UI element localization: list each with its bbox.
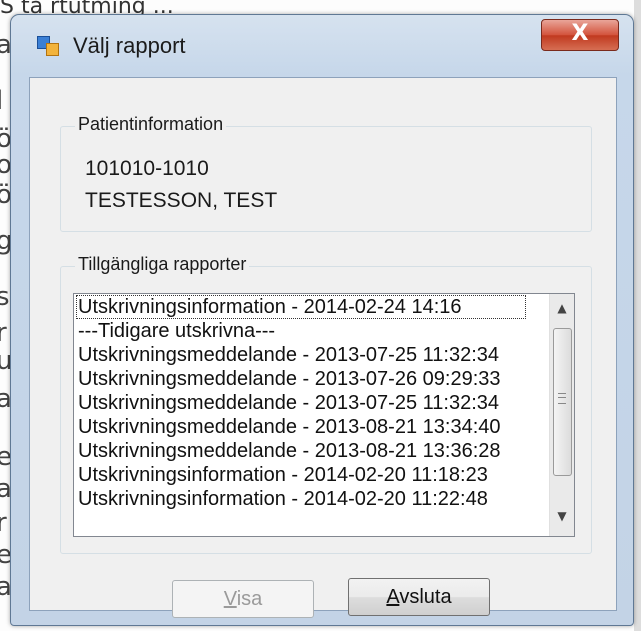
grip-icon — [558, 393, 566, 404]
background-letter: l — [0, 86, 3, 116]
visa-label: isa — [236, 588, 263, 610]
dialog-client-area: Patientinformation 101010-1010 TESTESSON… — [29, 77, 617, 618]
list-item[interactable]: Utskrivningsmeddelande - 2013-07-25 11:3… — [76, 391, 499, 415]
list-item[interactable]: Utskrivningsinformation - 2014-02-24 14:… — [76, 295, 526, 319]
close-icon: X — [571, 21, 589, 46]
reports-group-label: Tillgängliga rapporter — [75, 254, 250, 275]
background-letter: r — [0, 508, 7, 538]
app-window-icon — [37, 34, 59, 56]
dialog-window: Välj rapport X Patientinformation 101010… — [10, 14, 634, 626]
background-letter: s — [0, 282, 10, 312]
patient-info-group: Patientinformation 101010-1010 TESTESSON… — [60, 114, 592, 232]
title-bar[interactable]: Välj rapport X — [11, 15, 633, 77]
vertical-scrollbar[interactable]: ▲ ▼ — [549, 294, 574, 536]
background-edge — [634, 0, 641, 631]
patient-name: TESTESSON, TEST — [85, 189, 278, 212]
list-item[interactable]: Utskrivningsmeddelande - 2013-07-26 09:2… — [76, 367, 501, 391]
background-letter: r — [0, 318, 7, 348]
list-item[interactable]: Utskrivningsinformation - 2014-02-20 11:… — [76, 487, 488, 511]
list-item[interactable]: Utskrivningsinformation - 2014-02-20 11:… — [76, 463, 488, 487]
visa-mnemonic: V — [223, 588, 237, 610]
reports-group: Tillgängliga rapporter Utskrivningsinfor… — [60, 254, 592, 554]
scroll-up-arrow-icon[interactable]: ▲ — [554, 300, 570, 316]
list-item[interactable]: Utskrivningsmeddelande - 2013-08-21 13:3… — [76, 439, 501, 463]
list-item-separator[interactable]: ---Tidigare utskrivna--- — [76, 319, 275, 343]
window-title: Välj rapport — [73, 33, 186, 58]
close-button[interactable]: X — [541, 19, 619, 51]
scrollbar-thumb[interactable] — [553, 328, 572, 476]
scroll-down-arrow-icon[interactable]: ▼ — [554, 508, 570, 524]
list-item[interactable]: Utskrivningsmeddelande - 2013-08-21 13:3… — [76, 415, 501, 439]
avsluta-button[interactable]: Avsluta — [348, 578, 490, 616]
reports-listbox[interactable]: Utskrivningsinformation - 2014-02-24 14:… — [73, 293, 575, 537]
avsluta-mnemonic: A — [386, 586, 400, 608]
avsluta-label: vsluta — [399, 586, 452, 608]
visa-button[interactable]: Visa — [172, 580, 314, 618]
patient-info-group-label: Patientinformation — [75, 114, 227, 135]
list-item[interactable]: Utskrivningsmeddelande - 2013-07-25 11:3… — [76, 343, 499, 367]
patient-id: 101010-1010 — [85, 157, 209, 180]
